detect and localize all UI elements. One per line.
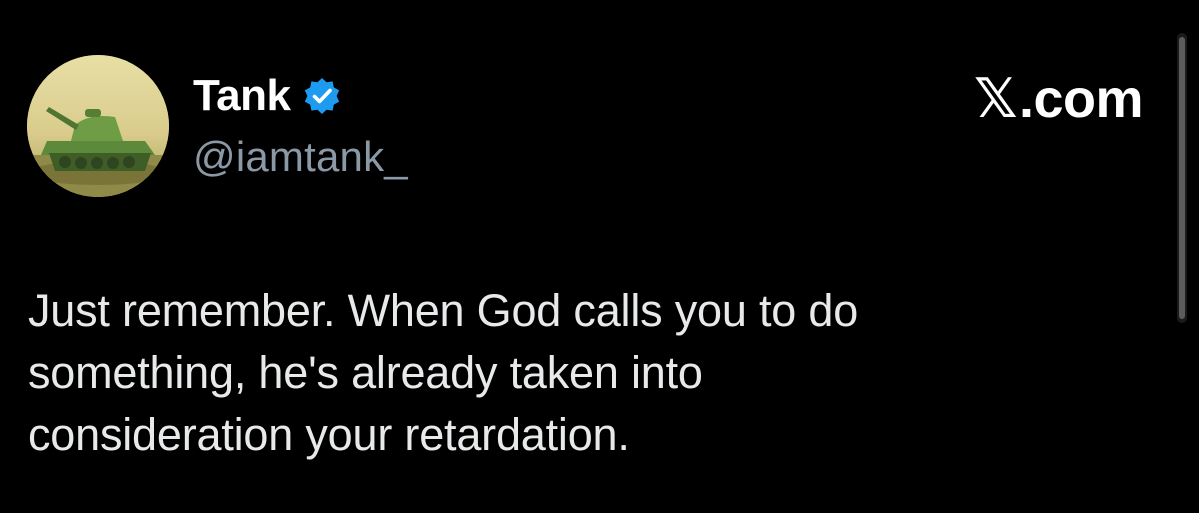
brand-suffix: .com <box>1018 68 1144 129</box>
tweet-text: Just remember. When God calls you to do … <box>28 285 859 460</box>
author-name-row: Tank <box>193 70 342 122</box>
scrollbar-thumb[interactable] <box>1179 37 1185 319</box>
author-handle[interactable]: @iamtank_ <box>193 133 408 181</box>
display-name[interactable]: Tank <box>193 71 291 121</box>
verified-badge-icon <box>302 76 342 116</box>
scrollbar[interactable] <box>1177 33 1187 323</box>
x-com-watermark: 𝕏 .com <box>973 67 1144 130</box>
x-logo-icon: 𝕏 <box>973 67 1018 130</box>
avatar[interactable] <box>27 55 169 197</box>
tweet-card: Tank @iamtank_ 𝕏 .com Just remember. Whe… <box>0 0 1199 513</box>
tank-avatar-icon <box>27 55 169 197</box>
